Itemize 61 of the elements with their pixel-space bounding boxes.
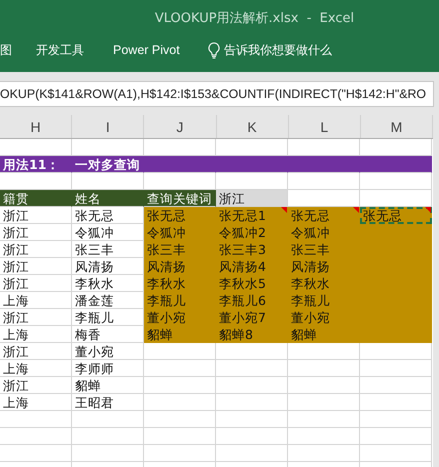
column-header[interactable]: H xyxy=(0,115,72,138)
table-cell[interactable]: 李瓶儿 xyxy=(288,292,360,309)
table-cell[interactable]: 浙江 xyxy=(0,275,72,292)
table-cell[interactable]: 貂蝉8 xyxy=(216,326,288,343)
table-cell[interactable]: 貂蝉 xyxy=(144,326,216,343)
table-cell[interactable]: 李秋水 xyxy=(144,275,216,292)
table-cell[interactable]: 一对多查询 xyxy=(72,156,144,173)
table-cell[interactable]: 张三丰 xyxy=(288,241,360,258)
table-cell[interactable]: 风清扬 xyxy=(288,258,360,275)
column-header[interactable]: L xyxy=(288,115,361,138)
table-cell[interactable]: 籍贯 xyxy=(0,190,72,207)
table-cell[interactable]: 浙江 xyxy=(0,224,72,241)
table-cell[interactable]: 董小宛 xyxy=(72,343,144,360)
table-cell[interactable]: 董小宛 xyxy=(288,309,360,326)
column-header[interactable]: J xyxy=(144,115,217,138)
table-cell[interactable]: 貂蝉 xyxy=(288,326,360,343)
table-cell[interactable]: 浙江 xyxy=(216,190,288,207)
table-cell[interactable]: 李秋水5 xyxy=(216,275,288,292)
tell-me-search[interactable]: 告诉我你想要做什么 xyxy=(208,41,332,59)
column-header[interactable]: K xyxy=(216,115,289,138)
table-cell[interactable]: 上海 xyxy=(0,292,72,309)
table-cell[interactable]: 姓名 xyxy=(72,190,144,207)
table-cell[interactable]: 上海 xyxy=(0,394,72,411)
table-cell[interactable]: 查询关键词 xyxy=(144,190,216,207)
table-cell[interactable]: 张三丰3 xyxy=(216,241,288,258)
formula-bar[interactable]: OKUP(K$141&ROW(A1),H$142:I$153&COUNTIF(INDIRECT("H$142:H"&RO xyxy=(0,80,434,106)
table-cell[interactable]: 风清扬4 xyxy=(216,258,288,275)
table-cell[interactable]: 上海 xyxy=(0,326,72,343)
ribbon-tab[interactable]: Power Pivot xyxy=(113,41,180,59)
table-cell[interactable]: 李师师 xyxy=(72,360,144,377)
table-cell[interactable]: 张三丰 xyxy=(144,241,216,258)
table-cell[interactable]: 用法11： xyxy=(0,156,72,173)
table-cell[interactable]: 董小宛7 xyxy=(216,309,288,326)
lightbulb-icon xyxy=(208,42,220,58)
table-cell[interactable]: 风清扬 xyxy=(144,258,216,275)
table-cell[interactable]: 李瓶儿6 xyxy=(216,292,288,309)
ribbon-tab[interactable]: 开发工具 xyxy=(36,41,84,59)
table-cell[interactable]: 浙江 xyxy=(0,343,72,360)
column-header[interactable]: I xyxy=(72,115,144,138)
table-cell[interactable]: 浙江 xyxy=(0,207,72,224)
table-cell[interactable]: 李秋水 xyxy=(288,275,360,292)
table-cell[interactable]: 张无忌1 xyxy=(216,207,288,224)
table-cell[interactable]: 张无忌 xyxy=(288,207,360,224)
table-cell[interactable]: 令狐冲2 xyxy=(216,224,288,241)
table-cell[interactable]: 浙江 xyxy=(0,309,72,326)
table-cell[interactable]: 董小宛 xyxy=(144,309,216,326)
table-cell[interactable]: 令狐冲 xyxy=(288,224,360,241)
table-cell[interactable] xyxy=(360,156,432,173)
table-cell[interactable]: 上海 xyxy=(0,360,72,377)
table-cell[interactable]: 浙江 xyxy=(0,258,72,275)
table-cell[interactable]: 张无忌 xyxy=(144,207,216,224)
table-cell[interactable]: 浙江 xyxy=(0,241,72,258)
table-cell[interactable]: 王昭君 xyxy=(72,394,144,411)
table-cell[interactable]: 浙江 xyxy=(0,377,72,394)
vertical-scrollbar[interactable] xyxy=(433,115,439,467)
table-cell[interactable]: 张无忌 xyxy=(360,207,432,224)
window-title: VLOOKUP用法解析.xlsx - Excel xyxy=(154,10,354,26)
table-cell[interactable]: 李瓶儿 xyxy=(144,292,216,309)
ribbon-tab[interactable]: 图 xyxy=(0,41,12,59)
table-cell[interactable]: 貂蝉 xyxy=(72,377,144,394)
table-cell[interactable]: 令狐冲 xyxy=(144,224,216,241)
